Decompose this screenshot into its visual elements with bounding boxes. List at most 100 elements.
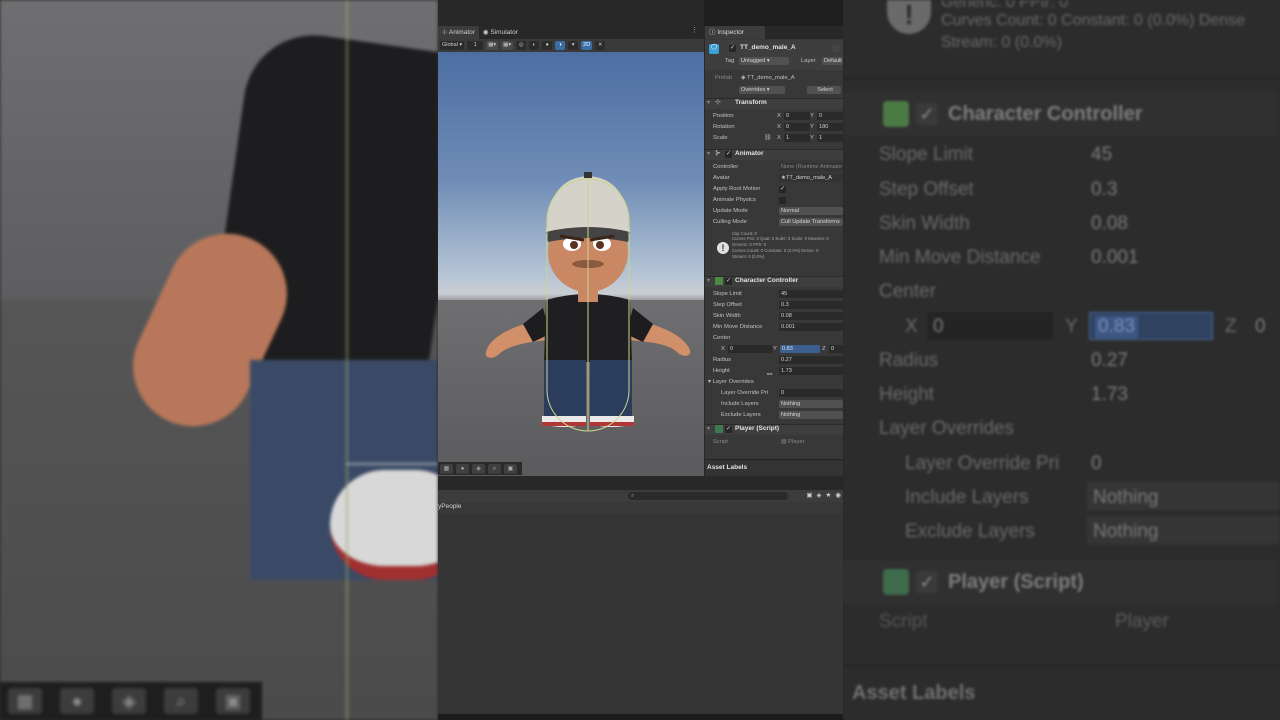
tools-icon[interactable]: ✕ bbox=[595, 41, 606, 50]
step-offset-field[interactable]: 0.3 bbox=[779, 301, 843, 309]
tab-animator-label: Animator bbox=[448, 29, 475, 36]
static-checkbox[interactable] bbox=[833, 45, 840, 52]
update-mode-dropdown[interactable]: Normal bbox=[779, 207, 843, 215]
global-dropdown[interactable]: Global ▾ bbox=[440, 41, 465, 50]
center-x-field[interactable]: 0 bbox=[728, 345, 772, 353]
tab-simulator[interactable]: ◉ Simulator bbox=[479, 26, 522, 39]
right-shoe-sole bbox=[590, 422, 634, 426]
foldout-animator-icon[interactable]: ▾ bbox=[707, 150, 710, 158]
zoom-icon: ⌕ bbox=[164, 688, 198, 714]
transform-header[interactable] bbox=[705, 98, 843, 109]
bg-controller-icon bbox=[883, 101, 909, 127]
snap-settings-icon[interactable]: ▦▾ bbox=[501, 41, 514, 50]
zoom-icon[interactable]: ⌕ bbox=[488, 463, 501, 474]
layer-overrides-foldout[interactable]: ▾ Layer Overrides bbox=[708, 379, 754, 385]
rot-x-field[interactable]: 0 bbox=[784, 123, 810, 131]
bg-step-label: Step Offset bbox=[879, 179, 974, 200]
bg-asset-labels: Asset Labels bbox=[852, 682, 976, 704]
grid-size-field[interactable]: 1 bbox=[467, 41, 484, 50]
bg-x-value: 0 bbox=[933, 316, 944, 337]
script-icon bbox=[715, 425, 723, 433]
anim-info-3: Curves Count: 0 Constant: 0 (0.0%) Dense… bbox=[732, 248, 819, 253]
object-name[interactable]: TT_demo_male_A bbox=[740, 44, 796, 51]
render-mode-icon[interactable]: ▾ bbox=[568, 41, 579, 50]
rotation-label: Rotation bbox=[713, 124, 735, 130]
scale-label: Scale bbox=[713, 135, 728, 141]
foldout-transform-icon[interactable]: ▾ bbox=[707, 99, 710, 107]
lit-shaded-icon[interactable]: ◑ bbox=[555, 41, 566, 50]
include-layers-label: Include Layers bbox=[721, 401, 759, 407]
pos-y-field[interactable]: 0 bbox=[817, 112, 843, 120]
tab-inspector[interactable]: ⓘ Inspector bbox=[705, 26, 765, 39]
zoomed-scene-background: ▦ ● ◈ ⌕ ▣ bbox=[0, 0, 438, 720]
animator-icon: ⊱ bbox=[715, 150, 721, 157]
solid-icon[interactable]: ● bbox=[542, 41, 553, 50]
skin-width-field[interactable]: 0.08 bbox=[779, 312, 843, 320]
min-move-distance-field[interactable]: 0.001 bbox=[779, 323, 843, 331]
camera-icon[interactable]: ▣ bbox=[504, 463, 517, 474]
overrides-dropdown[interactable]: Overrides ▾ bbox=[739, 86, 785, 94]
tag-dropdown[interactable]: Untagged ▾ bbox=[739, 57, 789, 65]
scale-y-label: Y bbox=[810, 135, 814, 141]
link-icon[interactable]: ⛓ bbox=[764, 134, 772, 142]
scale-y-field[interactable]: 1 bbox=[817, 134, 843, 142]
project-content[interactable] bbox=[438, 514, 843, 714]
sphere-toggle-icon[interactable]: ● bbox=[456, 463, 469, 474]
more-options-icon[interactable]: ⋮ bbox=[691, 26, 698, 34]
filter-type-icon[interactable]: ▣ bbox=[806, 491, 812, 499]
rot-y-label: Y bbox=[810, 124, 814, 130]
player-enabled-checkbox[interactable]: ✓ bbox=[725, 426, 732, 433]
wireframe-icon[interactable]: ◎ bbox=[516, 41, 527, 50]
center-y-field[interactable]: 0.83 bbox=[780, 345, 820, 353]
bg-z-value: 0 bbox=[1255, 316, 1266, 337]
scale-x-field[interactable]: 1 bbox=[784, 134, 810, 142]
scene-tab-bar: ⊹ Animator ◉ Simulator ⋮ bbox=[438, 26, 704, 39]
center-z-field[interactable]: 0 bbox=[829, 345, 843, 353]
avatar-field[interactable]: ★TT_demo_male_A bbox=[779, 174, 843, 182]
exclude-layers-dropdown[interactable]: Nothing bbox=[779, 411, 843, 419]
script-field[interactable]: ▤ Player bbox=[781, 439, 805, 445]
tab-animator[interactable]: ⊹ Animator bbox=[438, 26, 479, 39]
hidden-count-icon[interactable]: ◉ bbox=[835, 491, 841, 499]
rot-y-field[interactable]: 180 bbox=[817, 123, 843, 131]
resize-cursor-icon: ⇔ bbox=[765, 368, 774, 378]
controller-enabled-checkbox[interactable]: ✓ bbox=[725, 278, 732, 285]
slope-limit-field[interactable]: 45 bbox=[779, 290, 843, 298]
select-button[interactable]: Select bbox=[807, 86, 841, 94]
bg-controller-title: Character Controller bbox=[948, 103, 1143, 125]
animate-physics-checkbox[interactable] bbox=[779, 197, 786, 204]
filter-label-icon[interactable]: ◈ bbox=[817, 491, 822, 499]
center-z-label: Z bbox=[822, 346, 826, 352]
mode-2d-toggle[interactable]: 2D bbox=[581, 41, 593, 50]
layer-override-priority-field[interactable]: 0 bbox=[779, 389, 843, 397]
bg-include-label: Include Layers bbox=[905, 487, 1029, 508]
scene-viewport[interactable]: ▦ ● ◈ ⌕ ▣ bbox=[438, 52, 704, 476]
controller-field[interactable]: None (Runtime Animator Controller) bbox=[779, 163, 843, 171]
project-search-input[interactable]: ⌕ bbox=[628, 492, 788, 500]
transform-title: Transform bbox=[735, 99, 767, 106]
grid-toggle-icon[interactable]: ▦ bbox=[440, 463, 453, 474]
foldout-controller-icon[interactable]: ▾ bbox=[707, 277, 710, 285]
height-field[interactable]: 1.73 bbox=[779, 367, 843, 375]
culling-mode-dropdown[interactable]: Cull Update Transforms bbox=[779, 218, 843, 226]
bg-center-label: Center bbox=[879, 281, 937, 302]
include-layers-dropdown[interactable]: Nothing bbox=[779, 400, 843, 408]
shaded-icon[interactable]: ◐ bbox=[529, 41, 540, 50]
breadcrumb[interactable]: yPeople bbox=[438, 503, 462, 510]
object-active-checkbox[interactable]: ✓ bbox=[729, 45, 736, 52]
foldout-player-icon[interactable]: ▾ bbox=[707, 425, 710, 433]
prefab-value[interactable]: ◈ TT_demo_male_A bbox=[741, 75, 795, 81]
pos-x-label: X bbox=[777, 113, 781, 119]
radius-field[interactable]: 0.27 bbox=[779, 356, 843, 364]
favorite-icon[interactable]: ★ bbox=[826, 491, 832, 499]
grid-snap-icon[interactable]: ▦▾ bbox=[486, 41, 499, 50]
layer-toggle-icon[interactable]: ◈ bbox=[472, 463, 485, 474]
apply-root-motion-checkbox[interactable]: ✓ bbox=[779, 186, 786, 193]
pos-x-field[interactable]: 0 bbox=[784, 112, 810, 120]
player-script-title: Player (Script) bbox=[735, 425, 780, 432]
animator-enabled-checkbox[interactable]: ✓ bbox=[725, 151, 732, 158]
asset-labels-section[interactable]: Asset Labels bbox=[705, 459, 843, 476]
layer-dropdown[interactable]: Default bbox=[822, 57, 843, 65]
layer-label: Layer bbox=[801, 58, 816, 64]
radius-label: Radius bbox=[713, 357, 732, 363]
